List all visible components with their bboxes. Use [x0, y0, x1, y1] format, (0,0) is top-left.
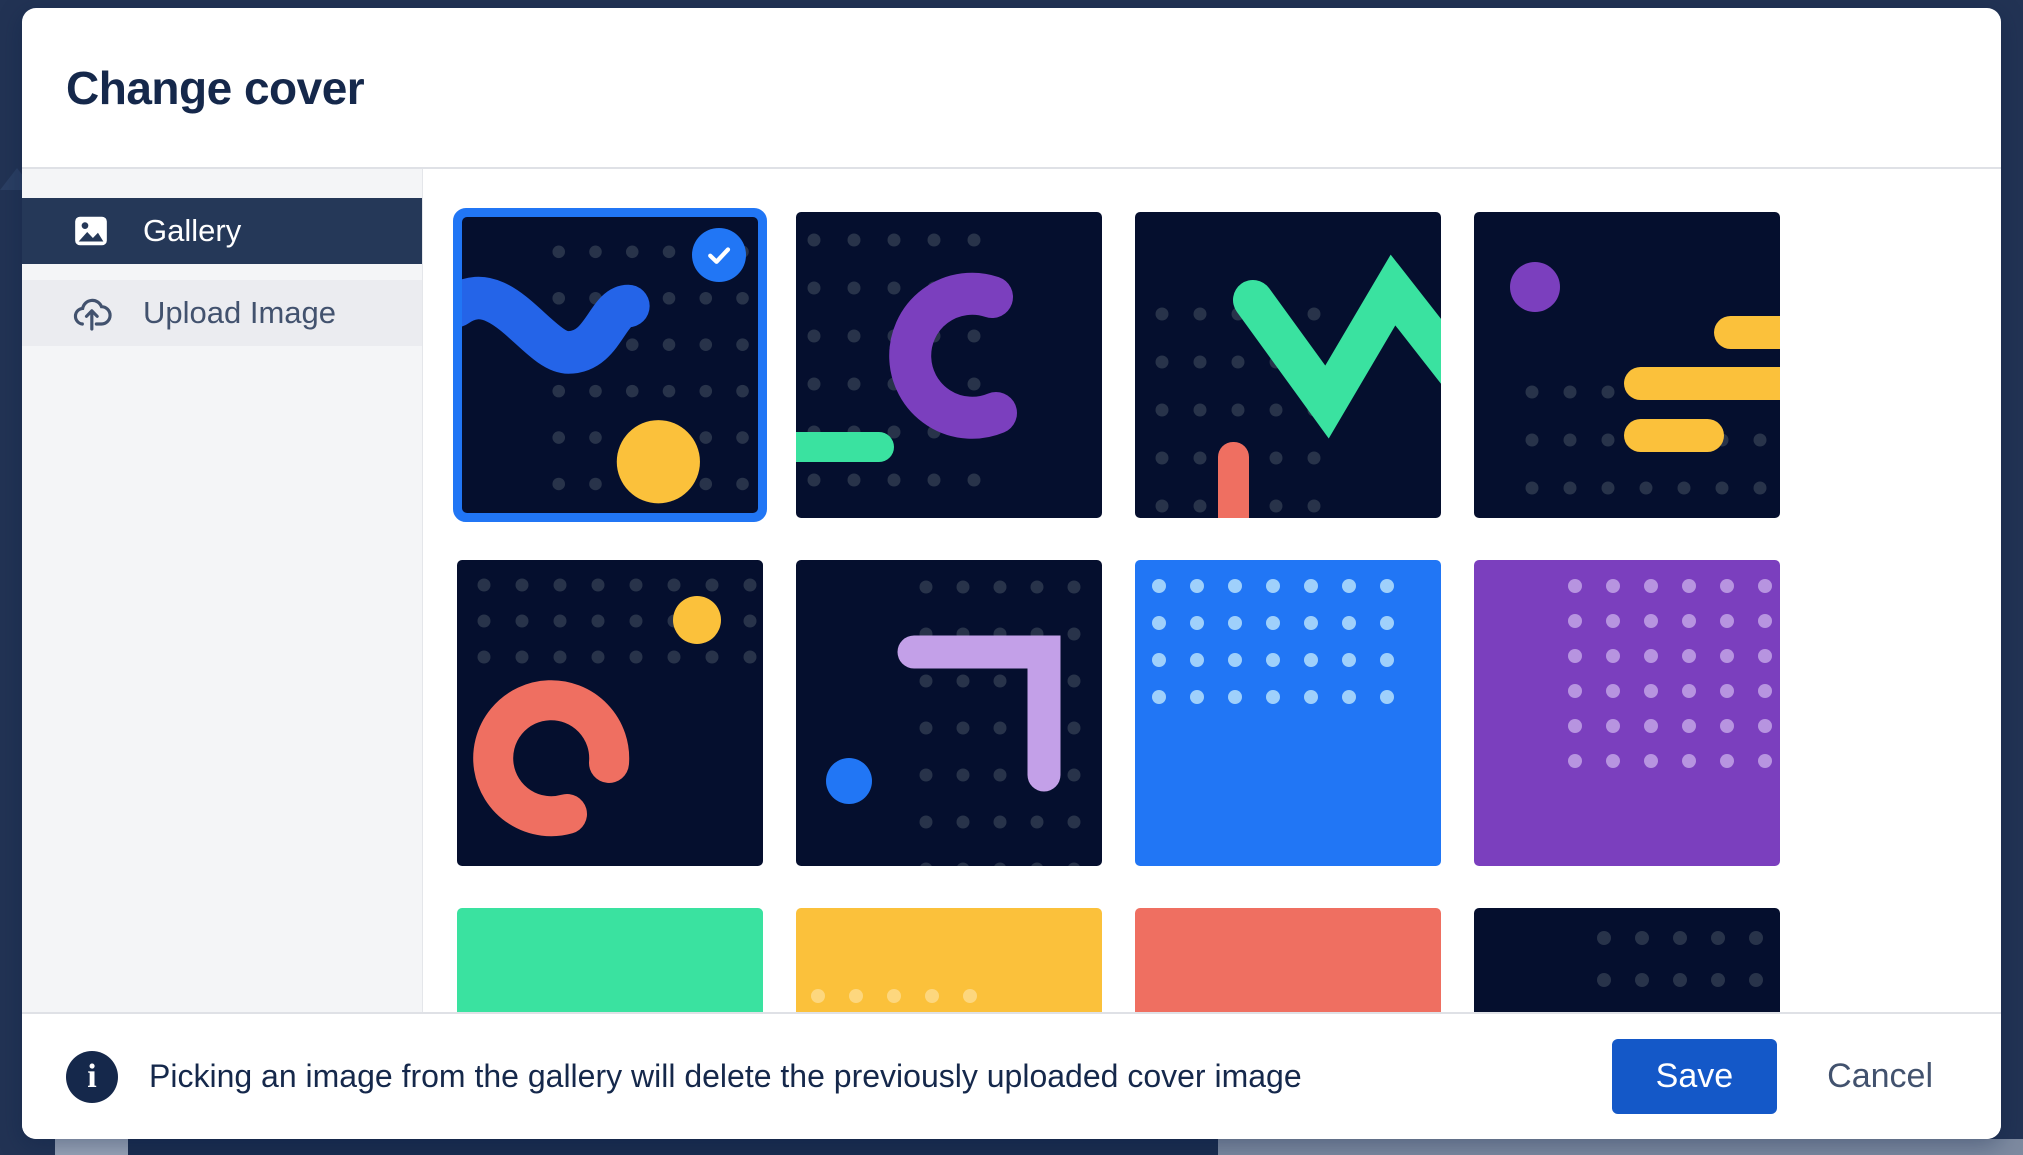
cover-solid-green[interactable] — [457, 908, 763, 1012]
sidebar-item-gallery[interactable]: Gallery — [22, 198, 422, 264]
image-icon — [70, 211, 114, 251]
cover-thumbnail — [1474, 908, 1780, 1012]
sidebar-item-label: Upload Image — [143, 295, 337, 330]
sidebar: Gallery Upload Image — [22, 169, 423, 1012]
footer-message: Picking an image from the gallery will d… — [149, 1058, 1302, 1094]
dialog-body: Gallery Upload Image — [22, 169, 2001, 1012]
check-icon — [692, 228, 746, 282]
cover-thumbnail — [457, 908, 763, 1012]
cover-blue-wave[interactable] — [453, 208, 767, 522]
dialog-footer: i Picking an image from the gallery will… — [22, 1012, 2001, 1139]
backdrop-bottom-bar — [128, 1139, 1218, 1155]
cover-red-arc[interactable] — [457, 560, 763, 866]
cover-solid-purple[interactable] — [1474, 560, 1780, 866]
cover-lilac-corner[interactable] — [796, 560, 1102, 866]
cover-thumbnail — [457, 560, 763, 866]
footer-actions: Save Cancel — [1611, 1039, 1953, 1114]
cover-solid-blue[interactable] — [1135, 560, 1441, 866]
sidebar-item-label: Gallery — [143, 213, 242, 248]
cover-thumbnail — [1474, 212, 1780, 518]
page-title: Change cover — [66, 61, 365, 114]
cover-thumbnail — [1135, 908, 1441, 1012]
cover-thumbnail — [796, 908, 1102, 1012]
change-cover-dialog: Change cover Gallery Upload Image i Pick… — [22, 8, 2001, 1139]
cancel-button[interactable]: Cancel — [1807, 1039, 1953, 1114]
cover-thumbnail — [1135, 560, 1441, 866]
gallery-scroll-area[interactable] — [423, 169, 2001, 1012]
cloud-upload-icon — [70, 293, 114, 333]
cover-thumbnail — [796, 560, 1102, 866]
save-button[interactable]: Save — [1611, 1039, 1778, 1114]
cover-solid-red[interactable] — [1135, 908, 1441, 1012]
sidebar-item-upload-image[interactable]: Upload Image — [22, 280, 422, 346]
cover-thumbnail — [1135, 212, 1441, 518]
backdrop-bottom-bar-right — [1218, 1139, 2023, 1155]
dialog-header: Change cover — [22, 8, 2001, 169]
backdrop-bottom-bar-left — [55, 1139, 128, 1155]
cover-solid-yellow[interactable] — [796, 908, 1102, 1012]
gallery-grid — [453, 208, 2001, 1012]
cover-purple-arc[interactable] — [796, 212, 1102, 518]
cover-dark-dots[interactable] — [1474, 908, 1780, 1012]
cover-thumbnail — [1474, 560, 1780, 866]
cover-yellow-bars[interactable] — [1474, 212, 1780, 518]
info-icon: i — [66, 1050, 118, 1103]
cover-thumbnail — [796, 212, 1102, 518]
cover-green-zigzag[interactable] — [1135, 212, 1441, 518]
